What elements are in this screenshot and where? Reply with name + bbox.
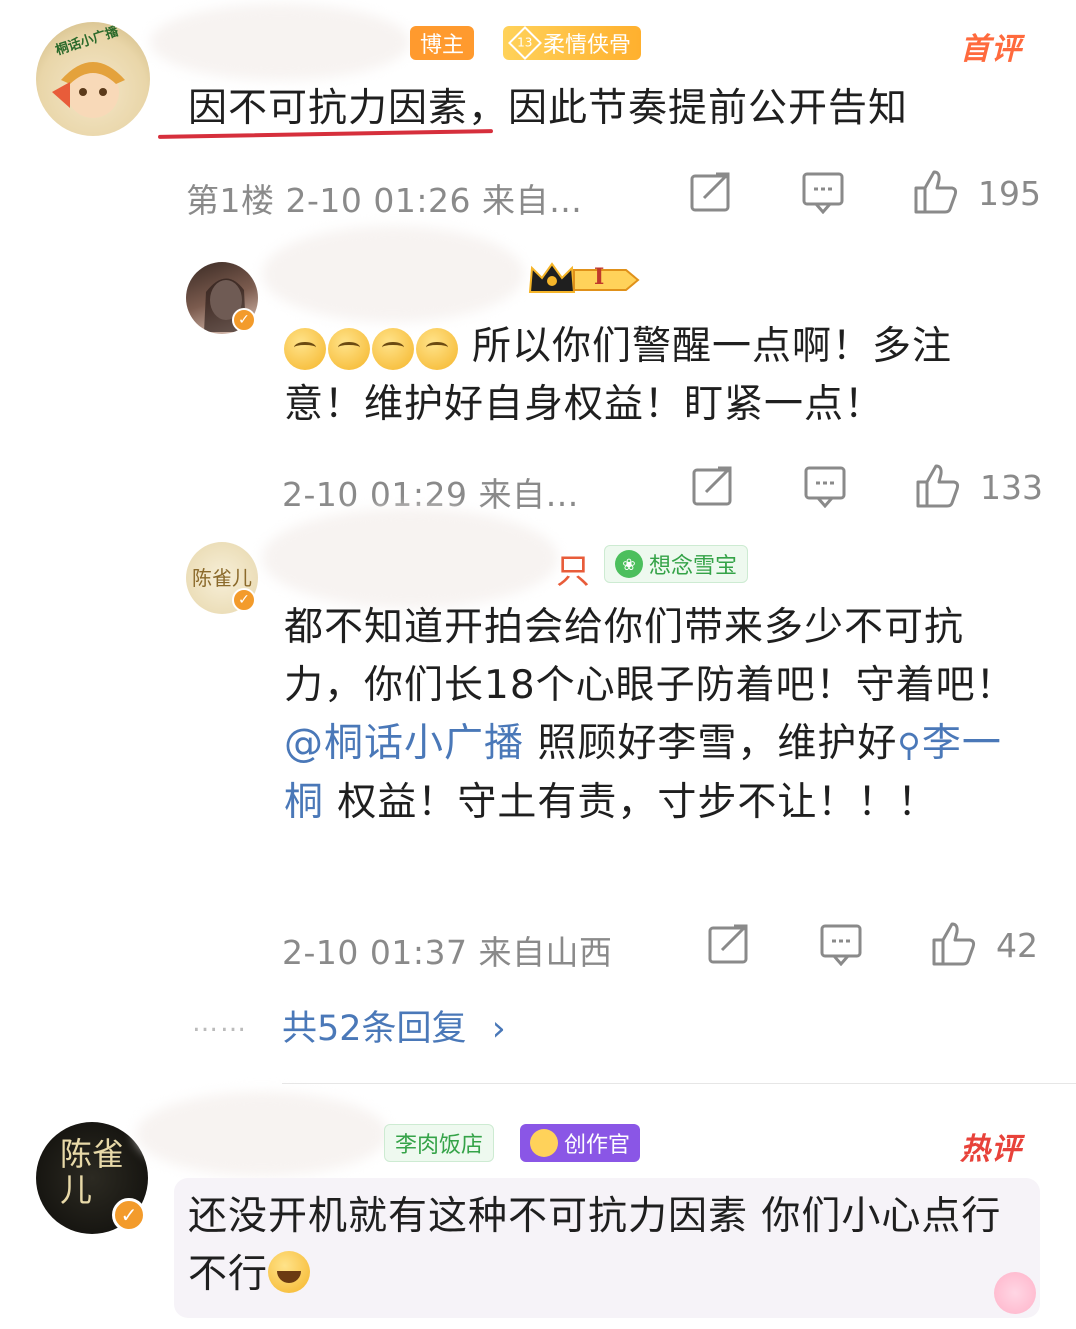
- like-count: 133: [980, 468, 1043, 507]
- creator-icon: [530, 1129, 558, 1157]
- username-tail: 只: [556, 552, 590, 592]
- creator-badge-label: 创作官: [564, 1133, 631, 1158]
- comment-icon[interactable]: [820, 924, 864, 966]
- username-redacted[interactable]: [136, 1092, 388, 1176]
- creator-badge[interactable]: 创作官: [520, 1124, 641, 1162]
- comment-text-content: 还没开机就有这种不可抗力因素 你们小心点行不行: [188, 1194, 1002, 1297]
- username-redacted[interactable]: [150, 4, 410, 80]
- bubble-decoration-icon: [994, 1272, 1036, 1314]
- comment-text: 还没开机就有这种不可抗力因素 你们小心点行不行: [188, 1188, 1008, 1304]
- crown-level: I: [594, 264, 605, 290]
- reply-text-content: 所以你们警醒一点啊！多注意！维护好自身权益！盯紧一点！: [284, 324, 953, 427]
- reply-text-part: 权益！守土有责，寸步不让！！！: [324, 780, 938, 825]
- verified-icon: ✓: [232, 588, 256, 612]
- clover-icon: ❀: [615, 550, 643, 578]
- fan-group-label: 想念雪宝: [649, 554, 738, 579]
- mention-link[interactable]: @桐话小广播: [284, 721, 524, 766]
- like-count: 195: [978, 174, 1041, 213]
- reply-meta: 2-10 01:37 来自山西: [282, 933, 613, 972]
- verified-icon: ✓: [232, 308, 256, 332]
- comment-meta: 第1楼 2-10 01:26 来自…: [186, 181, 583, 220]
- fan-group-badge[interactable]: ❀ 想念雪宝: [604, 545, 749, 583]
- search-icon: ⚲: [897, 726, 922, 764]
- vip-crown-badge: I: [528, 262, 640, 298]
- avatar-calligraphy: 陈雀儿: [60, 1135, 125, 1209]
- first-comment-tag: 首评: [960, 32, 1022, 67]
- verified-icon: ✓: [112, 1198, 146, 1232]
- comment-icon[interactable]: [804, 466, 848, 508]
- avatar[interactable]: 桐话小广播: [36, 22, 150, 136]
- more-replies-link[interactable]: 共52条回复 ›: [282, 1000, 506, 1051]
- like-icon[interactable]: [914, 462, 962, 508]
- hot-comment-tag: 热评: [960, 1132, 1022, 1167]
- reply-text: 所以你们警醒一点啊！多注意！维护好自身权益！盯紧一点！: [284, 318, 1024, 434]
- reply-text-part: 照顾好李雪，维护好: [524, 721, 898, 766]
- like-count: 42: [996, 926, 1038, 965]
- fan-level-badge[interactable]: 13 柔情侠骨: [503, 26, 642, 60]
- blogger-badge-label: 博主: [420, 33, 465, 58]
- comment-text: 因不可抗力因素，因此节奏提前公开告知: [188, 86, 909, 131]
- reply-text: 都不知道开拍会给你们带来多少不可抗力，你们长18个心眼子防着吧！守着吧！ @桐话小…: [284, 599, 1029, 832]
- fan-level-icon: 13: [508, 26, 542, 60]
- thread-dots: ……: [192, 1008, 248, 1038]
- username-redacted[interactable]: [262, 226, 524, 322]
- avatar-calligraphy: 陈雀儿: [192, 566, 252, 590]
- like-icon[interactable]: [930, 920, 978, 966]
- like-icon[interactable]: [912, 168, 960, 214]
- chevron-right-icon: ›: [491, 1009, 506, 1049]
- blogger-badge: 博主: [410, 26, 475, 60]
- username-redacted[interactable]: [262, 508, 558, 608]
- comment-divider: [282, 1083, 1076, 1084]
- laughing-emoji: [268, 1251, 311, 1293]
- shop-badge[interactable]: 李肉饭店: [384, 1124, 495, 1162]
- share-icon[interactable]: [692, 466, 736, 506]
- share-icon[interactable]: [708, 924, 752, 964]
- comment-icon[interactable]: [802, 172, 846, 214]
- share-icon[interactable]: [690, 172, 734, 212]
- fan-title: 柔情侠骨: [543, 33, 632, 58]
- crown-icon: [528, 262, 640, 293]
- reply-text-part: 都不知道开拍会给你们带来多少不可抗力，你们长18个心眼子防着吧！守着吧！: [284, 605, 1016, 708]
- more-replies-label: 共52条回复: [282, 1009, 467, 1049]
- shop-badge-label: 李肉饭店: [395, 1133, 484, 1158]
